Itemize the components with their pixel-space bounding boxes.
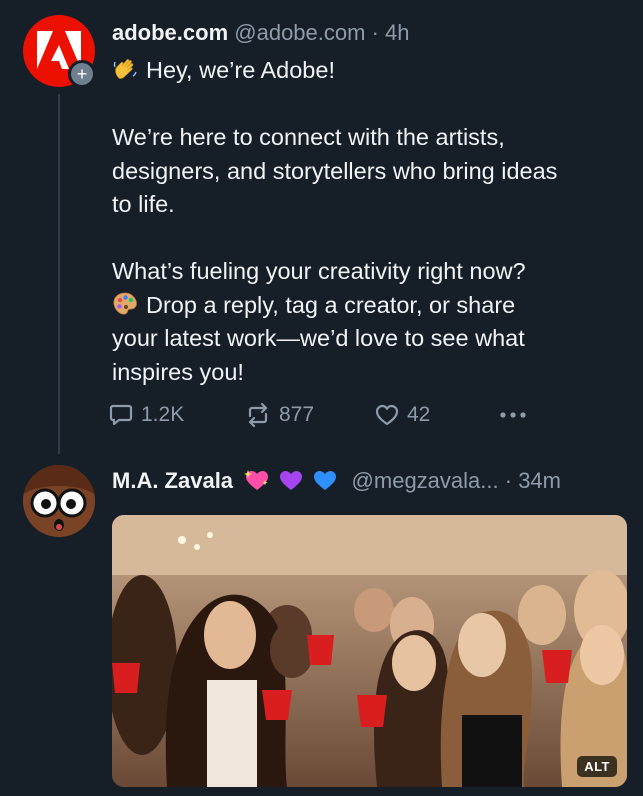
separator-dot: ·	[371, 20, 379, 45]
post-adobe[interactable]: + adobe.com @adobe.com · 4h Hey, we’re A…	[0, 0, 643, 455]
repost-icon	[248, 402, 268, 428]
handle[interactable]: @megzavala...	[352, 468, 499, 493]
post-header: adobe.com @adobe.com · 4h	[112, 18, 410, 48]
sparkling-heart-emoji	[244, 470, 269, 490]
follow-button[interactable]: +	[68, 60, 96, 88]
blue-heart-emoji	[314, 471, 337, 490]
post-line: to life.	[112, 191, 175, 217]
post-zavala[interactable]: M.A. Zavala @megzavala... · 34m ALT	[0, 455, 643, 796]
artist-palette-emoji	[113, 292, 137, 315]
separator-dot: ·	[504, 468, 513, 493]
handle[interactable]: @adobe.com	[234, 20, 365, 45]
more-options-button[interactable]	[498, 398, 535, 432]
waving-hand-emoji	[113, 59, 137, 79]
post-line: inspires you!	[112, 358, 244, 385]
post-line: designers, and storytellers who bring id…	[112, 157, 558, 184]
post-line: Drop a reply, tag a creator, or share	[112, 289, 632, 323]
reply-icon	[109, 404, 133, 426]
like-count: 42	[407, 403, 431, 426]
post-header: M.A. Zavala @megzavala... · 34m	[112, 466, 561, 496]
adobe-avatar[interactable]: +	[23, 15, 96, 88]
more-dots-icon	[500, 412, 526, 418]
party-photo	[112, 515, 627, 787]
post-line: Hey, we’re Adobe!	[112, 54, 632, 88]
reply-button[interactable]: 1.2K	[108, 398, 184, 432]
heart-icon	[375, 404, 399, 426]
post-line: your latest work—we’d love to see what	[112, 325, 525, 351]
like-button[interactable]: 42	[374, 398, 430, 432]
alt-text-badge[interactable]: ALT	[577, 756, 617, 777]
repost-button[interactable]: 877	[244, 398, 314, 432]
display-name[interactable]: M.A. Zavala	[112, 468, 233, 493]
post-image[interactable]: ALT	[112, 515, 627, 787]
repost-count: 877	[279, 403, 315, 426]
timestamp[interactable]: 34m	[518, 468, 561, 493]
post-body: Hey, we’re Adobe! We’re here to connect …	[112, 54, 632, 389]
timestamp[interactable]: 4h	[385, 20, 409, 45]
plus-icon: +	[76, 64, 88, 84]
cartoon-face-avatar	[23, 465, 95, 537]
display-name[interactable]: adobe.com	[112, 20, 228, 45]
purple-heart-emoji	[280, 471, 303, 490]
post-line: What’s fueling your creativity right now…	[112, 258, 526, 284]
thread-line	[58, 94, 60, 454]
zavala-avatar[interactable]	[23, 465, 95, 537]
reply-count: 1.2K	[141, 403, 185, 426]
post-actions: 1.2K 877 42	[108, 398, 538, 432]
post-line: We’re here to connect with the artists,	[112, 124, 505, 150]
